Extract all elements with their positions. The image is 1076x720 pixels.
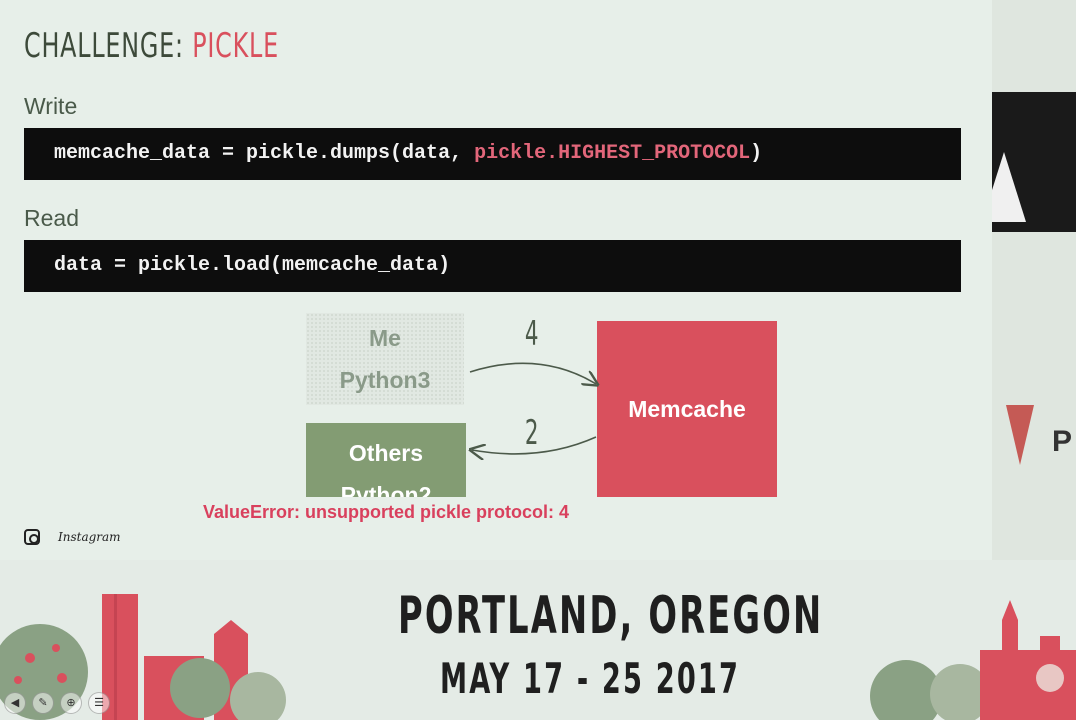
dates-text: MAY 17 - 25 2017 (440, 654, 741, 703)
location-text: PORTLAND, OREGON (398, 586, 824, 646)
zoom-icon[interactable]: ⊕ (60, 692, 82, 714)
side-dark-panel (992, 92, 1076, 232)
arrow-top-label: 4 (524, 314, 539, 354)
prev-icon[interactable]: ◀ (4, 692, 26, 714)
side-video-strip: P (992, 0, 1076, 560)
instagram-label: Instagram (58, 530, 121, 544)
diagram-arrows (0, 362, 992, 560)
conference-footer: PORTLAND, OREGON MAY 17 - 25 2017 ◀ ✎ ⊕ … (0, 560, 1076, 720)
arrow-bottom-label: 2 (524, 413, 539, 453)
side-shape (992, 152, 1026, 222)
pycon-logo-mark (1006, 405, 1034, 465)
player-controls: ◀ ✎ ⊕ ☰ (4, 692, 110, 714)
arrow-to-memcache (469, 362, 596, 384)
side-logo-letter: P (1052, 425, 1073, 458)
instagram-credit: Instagram (24, 529, 121, 545)
draw-icon[interactable]: ✎ (32, 692, 54, 714)
menu-icon[interactable]: ☰ (88, 692, 110, 714)
slide: CHALLENGE: PICKLE Write memcache_data = … (0, 0, 992, 560)
instagram-icon (24, 529, 40, 545)
value-error-text: ValueError: unsupported pickle protocol:… (203, 502, 570, 522)
